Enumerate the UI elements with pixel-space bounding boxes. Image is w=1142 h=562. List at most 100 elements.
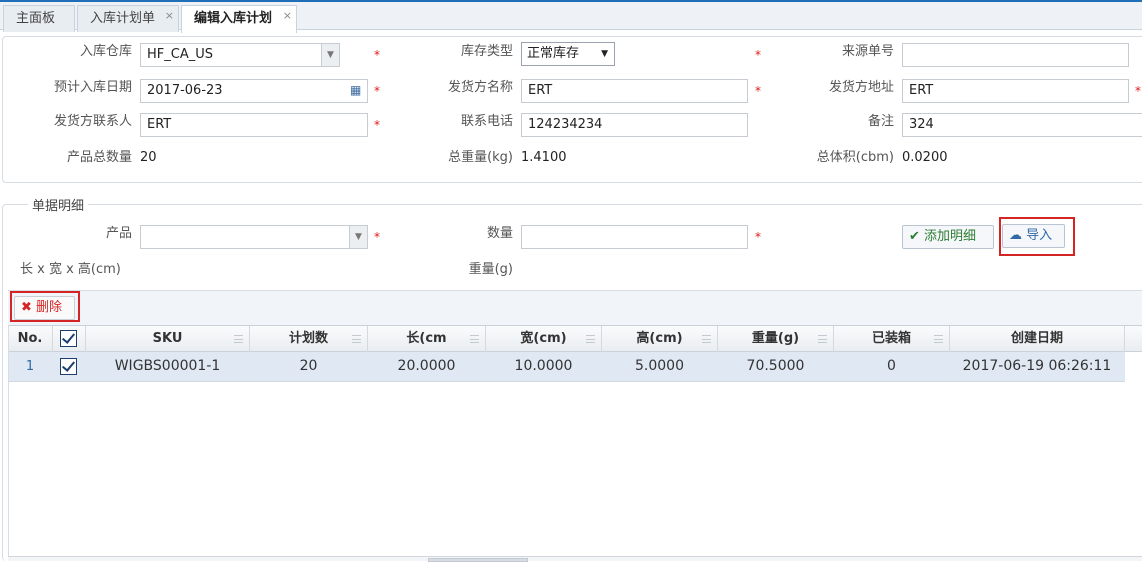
column-header-label: 重量(g) [751, 331, 800, 346]
warehouse-value: HF_CA_US [147, 47, 213, 62]
scrollbar-thumb[interactable] [428, 558, 528, 562]
column-header-length[interactable]: 长(cm [368, 326, 486, 352]
chevron-down-icon[interactable]: ▼ [349, 226, 367, 248]
cell-plan-qty: 20 [250, 352, 368, 381]
remark-value: 324 [909, 117, 934, 132]
import-label: 导入 [1026, 228, 1053, 243]
detail-fieldset [2, 204, 1142, 561]
cell-weight: 70.5000 [718, 352, 834, 381]
total-qty-label: 产品总数量 [66, 150, 132, 165]
shipper-address-value: ERT [909, 83, 934, 98]
required-icon: * [1135, 84, 1141, 98]
phone-label: 联系电话 [460, 114, 513, 129]
horizontal-scrollbar[interactable] [8, 556, 1142, 562]
stock-type-label: 库存类型 [460, 44, 513, 59]
tab-inbound-plan-list[interactable]: 入库计划单 × [77, 5, 179, 32]
weight-label: 重量(g) [468, 262, 513, 277]
plan-date-input[interactable]: 2017-06-23 ▦ [140, 79, 368, 103]
column-header-select[interactable] [53, 326, 86, 352]
column-header-created[interactable]: 创建日期 [950, 326, 1125, 352]
column-header-weight[interactable]: 重量(g) [718, 326, 834, 352]
chevron-down-icon: ▼ [601, 49, 608, 59]
chevron-down-icon[interactable]: ▼ [321, 44, 339, 66]
column-header-label: SKU [152, 331, 183, 346]
calendar-icon[interactable]: ▦ [350, 83, 364, 97]
qty-input[interactable] [521, 225, 748, 249]
cell-width: 10.0000 [486, 352, 602, 381]
remark-input[interactable]: 324 [902, 113, 1142, 137]
check-icon: ✔ [909, 229, 920, 244]
row-select-cell[interactable] [53, 352, 86, 381]
column-header-label: 计划数 [288, 331, 328, 346]
tab-edit-inbound-plan[interactable]: 编辑入库计划 × [181, 5, 297, 33]
delete-label: 删除 [36, 300, 63, 315]
tab-dashboard[interactable]: 主面板 [3, 5, 75, 32]
shipper-address-label: 发货方地址 [828, 80, 894, 95]
add-detail-label: 添加明细 [924, 229, 977, 244]
column-header-sku[interactable]: SKU [86, 326, 250, 352]
row-number: 1 [8, 352, 53, 381]
shipper-name-value: ERT [528, 83, 553, 98]
column-menu-icon[interactable] [818, 335, 827, 343]
column-header-plan-qty[interactable]: 计划数 [250, 326, 368, 352]
tab-label: 入库计划单 [90, 11, 156, 26]
add-detail-button[interactable]: ✔ 添加明细 [902, 225, 994, 249]
column-menu-icon[interactable] [352, 335, 361, 343]
stock-type-select[interactable]: 正常库存 ▼ [521, 42, 615, 66]
total-qty-value: 20 [140, 150, 157, 165]
shipper-address-input[interactable]: ERT [902, 79, 1129, 103]
shipper-contact-input[interactable]: ERT [140, 113, 368, 137]
column-menu-icon[interactable] [470, 335, 479, 343]
plan-date-value: 2017-06-23 [147, 83, 223, 98]
close-icon[interactable]: × [283, 3, 292, 28]
row-checkbox[interactable] [60, 358, 77, 375]
column-menu-icon[interactable] [234, 335, 243, 343]
column-header-label: 已装箱 [871, 331, 911, 346]
required-icon: * [374, 84, 380, 98]
required-icon: * [374, 230, 380, 244]
tab-label: 主面板 [16, 11, 56, 26]
phone-input[interactable]: 124234234 [521, 113, 748, 137]
column-menu-icon[interactable] [586, 335, 595, 343]
column-header-label: 宽(cm) [520, 331, 567, 346]
total-weight-value: 1.4100 [521, 150, 567, 165]
tab-label: 编辑入库计划 [194, 11, 273, 26]
close-icon: ✖ [21, 300, 32, 315]
product-combo[interactable]: ▼ [140, 225, 368, 249]
column-header-label: 高(cm) [636, 331, 683, 346]
detail-legend: 单据明细 [28, 195, 89, 214]
cloud-upload-icon: ☁ [1009, 228, 1022, 243]
total-volume-label: 总体积(cbm) [816, 150, 894, 165]
cell-created: 2017-06-19 06:26:11 [950, 352, 1125, 381]
phone-value: 124234234 [528, 117, 603, 132]
cell-height: 5.0000 [602, 352, 718, 381]
warehouse-combo[interactable]: HF_CA_US ▼ [140, 43, 340, 67]
import-button[interactable]: ☁ 导入 [1002, 224, 1065, 248]
required-icon: * [755, 230, 761, 244]
close-icon[interactable]: × [165, 3, 174, 28]
cell-length: 20.0000 [368, 352, 486, 381]
column-header-label: 长(cm [406, 331, 447, 346]
delete-button[interactable]: ✖ 删除 [14, 296, 75, 320]
shipper-name-input[interactable]: ERT [521, 79, 748, 103]
column-menu-icon[interactable] [934, 335, 943, 343]
stock-type-value: 正常库存 [527, 46, 580, 61]
shipper-contact-value: ERT [147, 117, 172, 132]
total-weight-label: 总重量(kg) [448, 150, 513, 165]
required-icon: * [374, 48, 380, 62]
required-icon: * [374, 118, 380, 132]
dims-label: 长 x 宽 x 高(cm) [20, 262, 121, 277]
select-all-checkbox[interactable] [60, 330, 77, 347]
table-row[interactable]: 1 WIGBS00001-1 20 20.0000 10.0000 5.0000… [8, 352, 1125, 382]
shipper-contact-label: 发货方联系人 [53, 114, 132, 129]
column-header-packed[interactable]: 已装箱 [834, 326, 950, 352]
column-header-width[interactable]: 宽(cm) [486, 326, 602, 352]
column-header-height[interactable]: 高(cm) [602, 326, 718, 352]
grid-left-border [8, 325, 9, 561]
grid-toolbar [8, 290, 1142, 326]
column-menu-icon[interactable] [702, 335, 711, 343]
tab-bar: 主面板 入库计划单 × 编辑入库计划 × [0, 0, 1142, 33]
source-no-input[interactable] [902, 43, 1129, 67]
required-icon: * [755, 84, 761, 98]
column-header-no[interactable]: No. [8, 326, 53, 352]
